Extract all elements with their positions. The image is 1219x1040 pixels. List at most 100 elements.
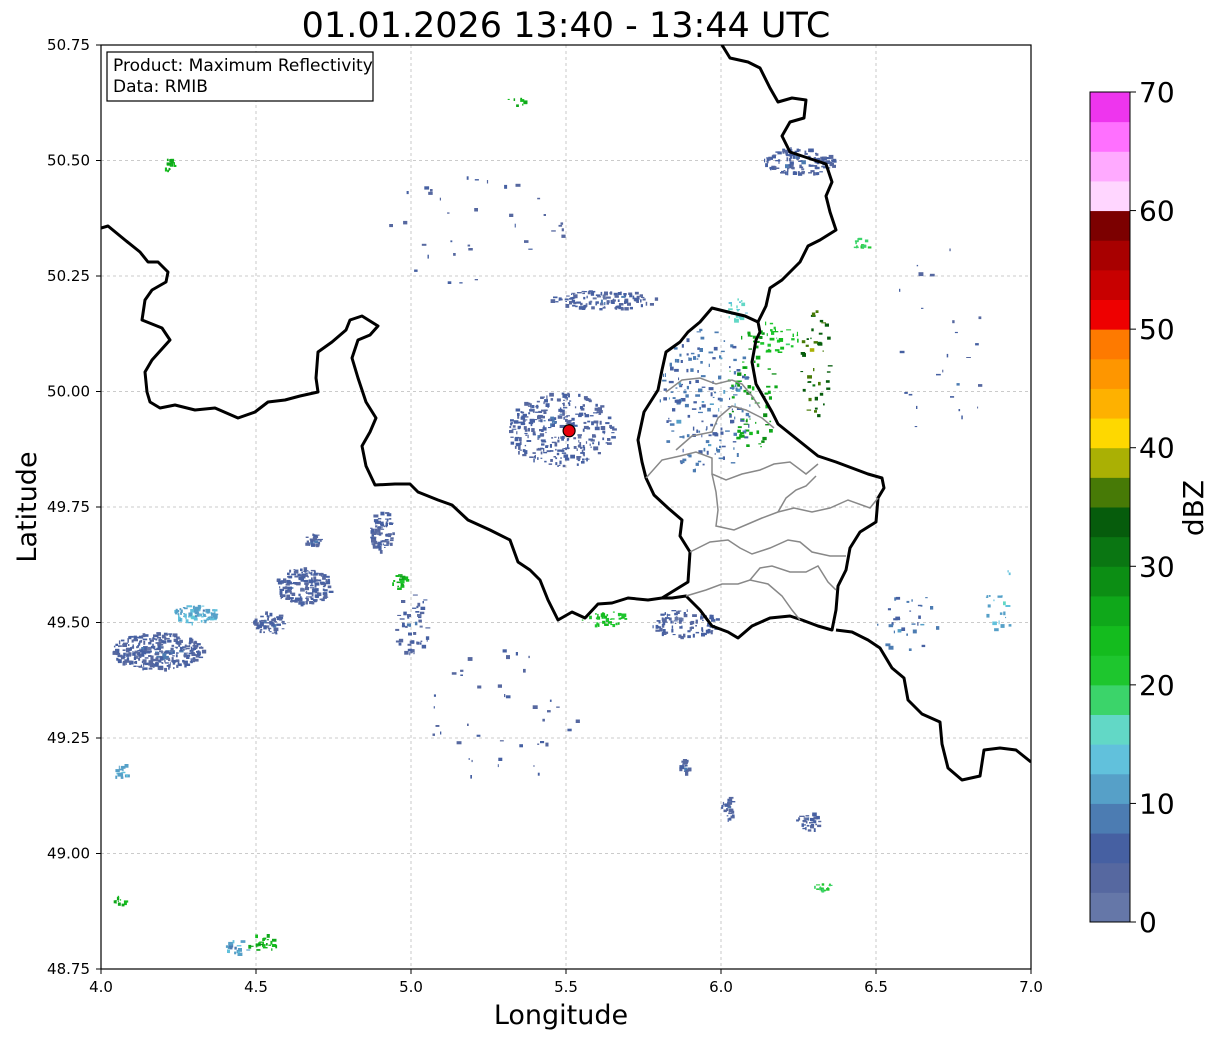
echo-pixel <box>583 304 586 309</box>
echo-pixel <box>240 940 246 943</box>
echo-pixel <box>736 369 741 372</box>
echo-pixel <box>563 407 568 409</box>
echo-pixel <box>213 613 217 618</box>
echo-pixel <box>514 437 519 442</box>
echo-pixel <box>118 765 120 769</box>
echo-pixel <box>117 659 122 664</box>
echo-pixel <box>132 651 134 653</box>
echo-pixel <box>906 633 908 636</box>
echo-pixel <box>206 610 210 614</box>
echo-pixel <box>708 363 710 367</box>
echo-pixel <box>407 614 411 617</box>
echo-pixel <box>632 297 635 300</box>
echo-pixel <box>1008 624 1012 627</box>
echo-pixel <box>716 449 721 453</box>
echo-pixel <box>695 620 698 624</box>
echo-pixel <box>710 423 714 427</box>
echo-pixel <box>707 407 711 412</box>
echo-pixel <box>807 375 812 379</box>
echo-pixel <box>666 420 669 423</box>
echo-pixel <box>618 613 620 617</box>
echo-pixel <box>555 457 558 460</box>
echo-pixel <box>595 294 601 297</box>
echo-pixel <box>1000 624 1005 628</box>
echo-pixel <box>537 437 540 439</box>
echo-pixel <box>749 404 751 407</box>
x-tick-label: 6.5 <box>864 978 888 996</box>
echo-pixel <box>319 539 322 542</box>
echo-pixel <box>234 951 237 955</box>
echo-pixel <box>133 657 137 660</box>
echo-pixel <box>263 625 267 630</box>
echo-pixel <box>550 459 553 462</box>
echo-pixel <box>115 643 119 646</box>
echo-pixel <box>755 355 761 360</box>
echo-pixel <box>456 741 462 745</box>
echo-pixel <box>179 646 183 649</box>
echo-pixel <box>570 297 575 300</box>
echo-pixel <box>528 655 530 659</box>
echo-pixel <box>143 640 146 645</box>
echo-pixel <box>1005 605 1011 607</box>
echo-pixel <box>582 445 585 448</box>
colorbar-segment <box>1090 833 1130 864</box>
echo-pixel <box>558 436 560 439</box>
echo-pixel <box>714 391 717 394</box>
echo-pixel <box>319 598 325 601</box>
echo-pixel <box>541 441 547 443</box>
echo-pixel <box>545 445 549 448</box>
echo-pixel <box>593 449 596 451</box>
echo-pixel <box>792 333 794 337</box>
echo-pixel <box>821 165 825 168</box>
echo-pixel <box>200 620 203 623</box>
echo-pixel <box>573 446 577 449</box>
echo-pixel <box>778 338 784 342</box>
echo-pixel <box>810 170 815 173</box>
echo-pixel <box>113 900 117 904</box>
echo-pixel <box>629 306 633 310</box>
echo-pixel <box>398 574 403 576</box>
echo-pixel <box>561 449 565 452</box>
echo-pixel <box>581 619 584 621</box>
echo-pixel <box>750 335 753 337</box>
echo-pixel <box>310 540 314 543</box>
echo-pixel <box>535 411 539 413</box>
echo-pixel <box>281 596 284 598</box>
echo-pixel <box>743 423 749 425</box>
echo-pixel <box>536 448 542 451</box>
echo-pixel <box>124 764 129 768</box>
echo-pixel <box>307 544 311 546</box>
echo-pixel <box>887 608 891 611</box>
echo-pixel <box>576 456 581 460</box>
echo-pixel <box>819 171 823 173</box>
echo-pixel <box>786 329 792 331</box>
echo-pixel <box>697 460 702 463</box>
echo-pixel <box>188 652 193 655</box>
echo-pixel <box>159 637 161 642</box>
echo-pixel <box>421 243 427 246</box>
echo-pixel <box>710 630 713 635</box>
echo-pixel <box>703 447 706 452</box>
echo-pixel <box>577 435 582 439</box>
echo-pixel <box>519 744 523 748</box>
echo-pixel <box>801 160 806 165</box>
echo-pixel <box>733 447 735 450</box>
echo-pixel <box>459 282 463 284</box>
colorbar-segment <box>1090 329 1130 360</box>
echo-pixel <box>798 817 801 821</box>
echo-pixel <box>563 454 569 458</box>
echo-pixel <box>732 441 737 443</box>
echo-pixel <box>694 468 696 473</box>
echo-pixel <box>142 659 147 663</box>
echo-pixel <box>634 297 639 302</box>
echo-pixel <box>764 392 769 395</box>
echo-pixel <box>564 298 569 301</box>
echo-pixel <box>424 186 430 190</box>
y-tick-label: 49.50 <box>47 614 90 632</box>
echo-pixel <box>306 570 309 572</box>
echo-pixel <box>164 167 167 172</box>
echo-pixel <box>613 292 618 296</box>
echo-pixel <box>747 385 752 389</box>
echo-pixel <box>599 308 603 311</box>
echo-pixel <box>557 465 559 467</box>
